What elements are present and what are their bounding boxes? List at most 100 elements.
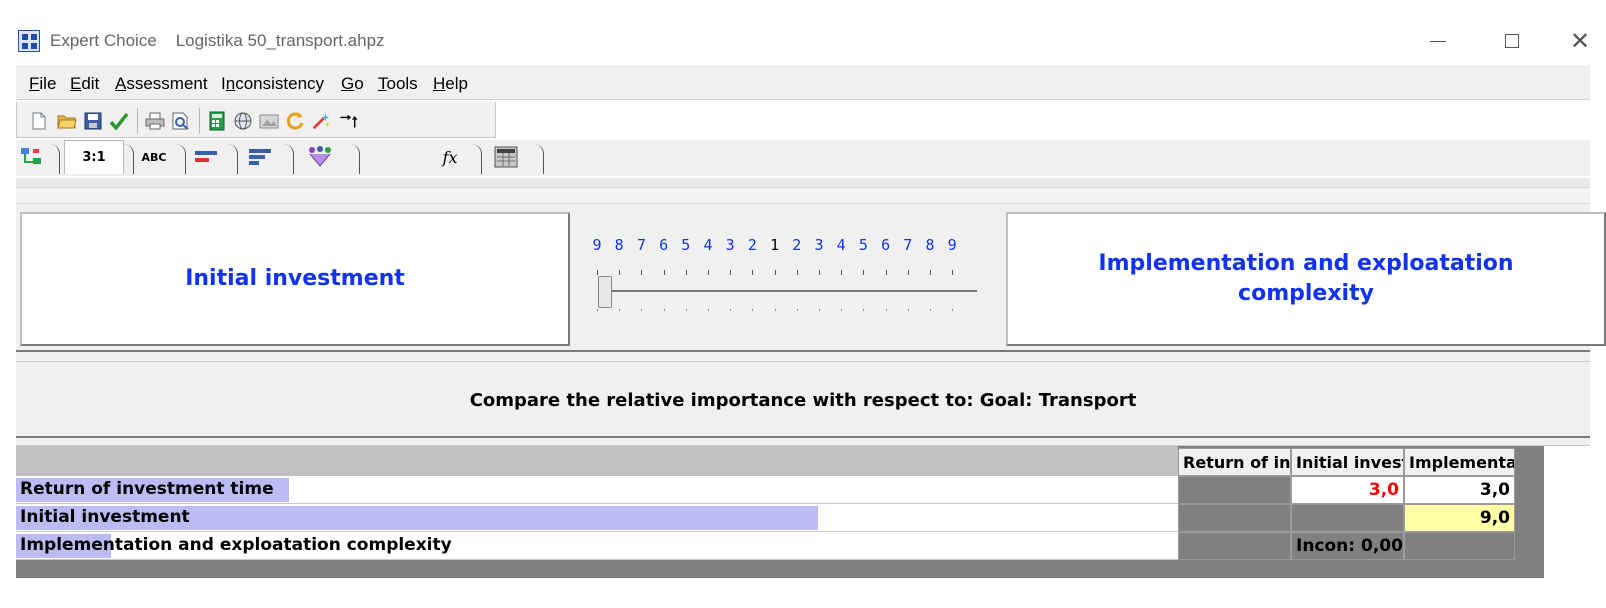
spreadsheet-icon <box>494 146 518 168</box>
scale-label: 3 <box>814 236 824 254</box>
matrix-cell-diagonal <box>1178 476 1291 504</box>
scale-label: 9 <box>947 236 957 254</box>
scale-tick <box>863 270 865 275</box>
scale-tick <box>730 309 732 311</box>
expert-choice-app-icon <box>18 30 40 52</box>
menu-bar: File Edit Assessment Inconsistency Go To… <box>16 66 1590 100</box>
matrix-cell-selected[interactable]: 9,0 <box>1404 504 1515 532</box>
row-label: Implementation and exploatation complexi… <box>20 535 452 555</box>
inconsistency-ratio: Incon: 0,00 <box>1291 532 1404 560</box>
save-icon[interactable] <box>83 111 103 131</box>
menu-edit[interactable]: Edit <box>70 74 99 94</box>
comparison-matrix: Return of investment time Initial invest… <box>16 446 1544 578</box>
scale-tick <box>796 270 798 275</box>
matrix-cell-empty <box>1178 504 1291 532</box>
slider-track[interactable] <box>603 290 977 292</box>
verbal-tab[interactable]: ABC <box>134 140 174 174</box>
scale-label: 3 <box>725 236 735 254</box>
scale-tick <box>885 309 887 311</box>
left-element-box[interactable]: Initial investment <box>20 212 570 346</box>
scale-label: 9 <box>592 236 602 254</box>
column-header-implementation[interactable]: Implementation and exploatation complexi… <box>1404 448 1515 476</box>
scale-tick <box>619 309 621 311</box>
maximize-button[interactable] <box>1492 24 1532 58</box>
matrix-row-initial-investment[interactable]: Initial investment <box>16 504 1178 532</box>
scale-label: 6 <box>659 236 669 254</box>
wand-icon[interactable] <box>311 111 331 131</box>
matrix-cell-empty <box>1178 532 1291 560</box>
scale-tick <box>641 270 643 275</box>
questionnaire-tab[interactable] <box>242 140 278 174</box>
scale-tick <box>708 270 709 275</box>
matrix-cell-value[interactable]: 3,0 <box>1404 476 1515 504</box>
scale-tick <box>885 270 887 275</box>
right-element-name: Implementation and exploatation complexi… <box>1098 251 1514 306</box>
tree-view-tab[interactable] <box>16 140 50 174</box>
comparison-scale-slider[interactable]: 98765432123456789 <box>588 230 988 320</box>
scale-tick <box>819 309 820 311</box>
scale-label: 6 <box>881 236 891 254</box>
scale-label: 5 <box>858 236 868 254</box>
scale-tick <box>952 270 954 275</box>
maximize-icon <box>1505 34 1519 48</box>
matrix-cell-value[interactable]: 3,0 <box>1291 476 1404 504</box>
scale-tick <box>730 270 732 275</box>
menu-tools[interactable]: Tools <box>378 74 418 94</box>
formula-tab[interactable] <box>300 140 340 174</box>
globe-icon[interactable] <box>233 111 253 131</box>
spreadsheet-tab[interactable] <box>486 140 526 174</box>
menu-inconsistency[interactable]: Inconsistency <box>221 74 324 94</box>
close-button[interactable]: ✕ <box>1560 24 1600 58</box>
scale-tick <box>663 270 665 275</box>
menu-file[interactable]: File <box>29 74 56 94</box>
graphical-tab[interactable] <box>188 140 224 174</box>
image-icon[interactable] <box>259 111 279 131</box>
new-file-icon[interactable] <box>29 111 49 131</box>
scale-tick <box>752 270 754 275</box>
calculator-icon[interactable] <box>207 111 227 131</box>
scale-tick <box>841 270 843 275</box>
scale-label: 1 <box>770 236 780 254</box>
title-bar: Expert Choice Logistika 50_transport.ahp… <box>0 0 1606 64</box>
window-title: Expert Choice Logistika 50_transport.ahp… <box>50 31 385 51</box>
scale-tick <box>930 270 931 275</box>
matrix-header-blank <box>16 446 1178 476</box>
scale-label: 4 <box>836 236 846 254</box>
print-preview-icon[interactable] <box>171 111 191 131</box>
open-folder-icon[interactable] <box>57 111 77 131</box>
scale-tick <box>863 309 865 311</box>
scale-label: 4 <box>703 236 713 254</box>
scale-label: 7 <box>903 236 913 254</box>
menu-go[interactable]: Go <box>341 74 364 94</box>
minimize-button[interactable] <box>1418 24 1458 58</box>
scale-tick <box>774 270 776 275</box>
arrows-icon[interactable] <box>339 111 359 131</box>
row-label: Return of investment time <box>20 479 274 499</box>
toolbar <box>16 102 496 138</box>
scale-tick <box>796 309 798 311</box>
comparison-prompt: Compare the relative importance with res… <box>469 389 1137 411</box>
minimize-icon <box>1430 40 1446 42</box>
scale-tick <box>685 270 687 275</box>
column-header-return[interactable]: Return of investment time <box>1178 448 1291 476</box>
print-icon[interactable] <box>145 111 165 131</box>
column-header-initial-investment[interactable]: Initial investment <box>1291 448 1404 476</box>
scale-tick <box>841 309 843 311</box>
slider-thumb[interactable] <box>598 276 612 308</box>
tree-view-icon <box>21 148 41 164</box>
menu-help[interactable]: Help <box>433 74 468 94</box>
check-icon[interactable] <box>109 111 129 131</box>
questionnaire-icon <box>249 149 271 165</box>
fx-tab[interactable]: fx <box>428 140 472 174</box>
refresh-icon[interactable] <box>285 111 305 131</box>
scale-label: 2 <box>792 236 802 254</box>
matrix-row-implementation[interactable]: Implementation and exploatation complexi… <box>16 532 1178 560</box>
matrix-row-return[interactable]: Return of investment time <box>16 476 1178 504</box>
scale-label: 8 <box>925 236 935 254</box>
right-element-box[interactable]: Implementation and exploatation complexi… <box>1006 212 1606 346</box>
scale-tick <box>619 270 621 275</box>
ratio-tab[interactable]: 3:1 <box>64 140 124 174</box>
scale-label: 5 <box>681 236 691 254</box>
scale-tick <box>952 309 954 311</box>
menu-assessment[interactable]: Assessment <box>115 74 208 94</box>
